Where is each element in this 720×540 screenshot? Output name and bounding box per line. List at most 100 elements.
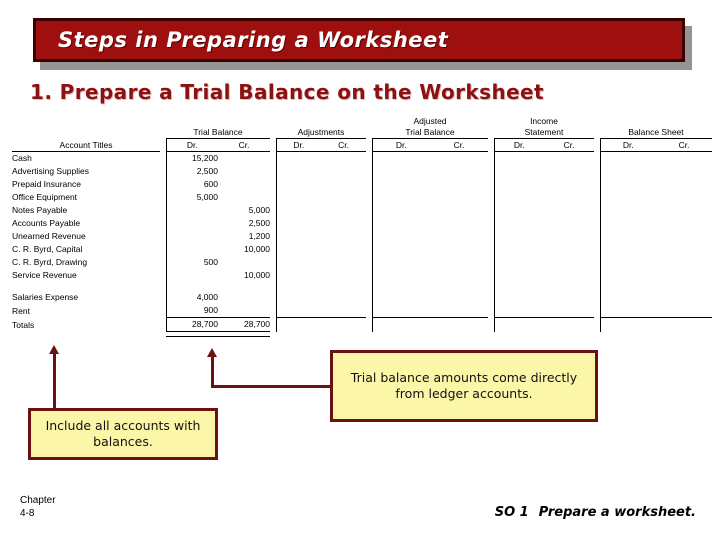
connector-line-left	[53, 352, 56, 410]
spacer	[276, 332, 321, 337]
is-cr-cell	[544, 217, 594, 230]
tb-cr-cell: 10,000	[244, 244, 270, 254]
bs-dr-cell	[599, 191, 656, 204]
footer-so-label: SO 1	[494, 505, 529, 520]
header-atb-dr: Dr.	[371, 138, 430, 152]
spacer	[321, 332, 366, 337]
callout-right-text: Trial balance amounts come directly from…	[350, 370, 578, 401]
totals-adj-dr-cell	[275, 317, 321, 332]
adj-cr-cell	[321, 152, 366, 166]
adj-dr-cell	[275, 304, 321, 318]
tb-cr-cell	[218, 282, 270, 291]
adj-cr-cell	[321, 230, 366, 243]
account-title-cell: Salaries Expense	[12, 292, 79, 302]
atb-dr-cell	[371, 243, 430, 256]
tb-dr-cell: 15,200	[165, 151, 218, 165]
adj-dr-cell	[275, 291, 321, 304]
slide: Steps in Preparing a Worksheet 1. Prepar…	[0, 0, 720, 540]
is-cr-cell	[544, 291, 594, 304]
adj-dr-cell	[275, 191, 321, 204]
table-row: Accounts Payable 2,500	[12, 217, 712, 230]
callout-left-text: Include all accounts with balances.	[45, 418, 201, 449]
is-dr-cell	[493, 282, 544, 291]
footer-chapter-number: 4-8	[20, 508, 35, 519]
header-account-titles: Account Titles	[12, 138, 160, 152]
adj-cr-cell	[321, 165, 366, 178]
bs-cr-cell	[656, 269, 712, 282]
header-row-group-line2: Trial Balance Adjustments Trial Balance …	[12, 127, 712, 139]
atb-dr-cell	[371, 291, 430, 304]
is-dr-cell	[493, 178, 544, 191]
table-row-blank	[12, 282, 712, 291]
atb-dr-cell	[371, 230, 430, 243]
bs-dr-cell	[599, 256, 656, 269]
tb-dr-cell	[165, 230, 218, 243]
account-title-cell: Prepaid Insurance	[12, 179, 81, 189]
account-title-cell: Unearned Revenue	[12, 231, 86, 241]
is-dr-cell	[493, 165, 544, 178]
bs-cr-cell	[656, 165, 712, 178]
adj-cr-cell	[321, 204, 366, 217]
bs-dr-cell	[599, 243, 656, 256]
tb-cr-cell	[218, 304, 270, 318]
account-title-cell: Advertising Supplies	[12, 166, 90, 176]
worksheet-table: Adjusted Income Trial Balance Adjustment…	[12, 116, 712, 337]
tb-dr-cell	[165, 204, 218, 217]
account-title-cell	[12, 282, 160, 291]
atb-dr-cell	[371, 204, 430, 217]
totals-label-cell: Totals	[12, 319, 35, 330]
totals-bs-cr-cell	[656, 317, 712, 332]
tb-cr-cell: 1,200	[248, 231, 270, 241]
atb-dr-cell	[371, 269, 430, 282]
is-dr-cell	[493, 151, 544, 165]
bs-dr-cell	[599, 178, 656, 191]
atb-cr-cell	[430, 282, 488, 291]
totals-atb-cr-cell	[430, 317, 488, 332]
bs-dr-cell	[599, 165, 656, 178]
table-row: Rent 900	[12, 304, 712, 318]
group-line2-adjustments: Adjustments	[276, 127, 366, 139]
account-title-cell: Office Equipment	[12, 192, 78, 202]
adj-dr-cell	[275, 282, 321, 291]
totals-double-rule-row	[12, 331, 712, 337]
is-dr-cell	[493, 204, 544, 217]
totals-is-dr-cell	[493, 317, 544, 332]
tb-cr-cell	[218, 178, 270, 191]
page-title: Steps in Preparing a Worksheet	[58, 28, 449, 52]
table-row: Office Equipment 5,000	[12, 191, 712, 204]
totals-tb-dr-cell: 28,700	[165, 317, 218, 332]
bs-cr-cell	[656, 282, 712, 291]
tb-dr-cell: 4,000	[165, 291, 218, 304]
atb-cr-cell	[430, 243, 488, 256]
bs-dr-cell	[599, 269, 656, 282]
header-tb-dr: Dr.	[165, 138, 218, 152]
atb-cr-cell	[430, 204, 488, 217]
adj-dr-cell	[275, 269, 321, 282]
adj-cr-cell	[321, 282, 366, 291]
is-dr-cell	[493, 191, 544, 204]
adj-dr-cell	[275, 151, 321, 165]
tb-cr-cell	[218, 191, 270, 204]
is-cr-cell	[544, 230, 594, 243]
table-row: Notes Payable 5,000	[12, 204, 712, 217]
subtitle-step-heading: 1. Prepare a Trial Balance on the Worksh…	[30, 80, 544, 104]
adj-cr-cell	[321, 304, 366, 318]
is-cr-cell	[544, 178, 594, 191]
atb-cr-cell	[430, 165, 488, 178]
tb-dr-cell: 2,500	[165, 165, 218, 178]
adj-dr-cell	[275, 165, 321, 178]
bs-dr-cell	[599, 291, 656, 304]
tb-dr-cell	[165, 217, 218, 230]
table-row: Advertising Supplies 2,500	[12, 165, 712, 178]
totals-tb-cr-double-rule	[218, 331, 270, 337]
bs-cr-cell	[656, 152, 712, 166]
atb-cr-cell	[430, 191, 488, 204]
bs-cr-cell	[656, 304, 712, 318]
bs-cr-cell	[656, 256, 712, 269]
atb-dr-cell	[371, 282, 430, 291]
group-line1-income-statement: Income	[530, 116, 558, 126]
bs-cr-cell	[656, 204, 712, 217]
header-blank-titles-2	[12, 127, 160, 139]
account-title-cell: C. R. Byrd, Drawing	[12, 257, 88, 267]
group-line1-trial-balance	[166, 116, 270, 127]
